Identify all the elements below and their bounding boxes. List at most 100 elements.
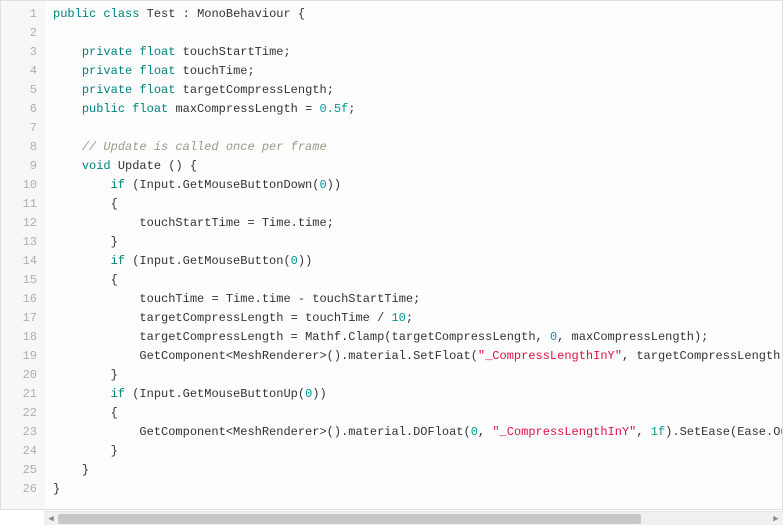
token-id: targetCompressLength — [636, 349, 780, 363]
line-number: 11 — [1, 195, 37, 214]
token-punct: , — [622, 349, 629, 363]
token-id: SetEase — [680, 425, 730, 439]
token-punct: = — [211, 292, 218, 306]
token-id: touchStartTime — [312, 292, 413, 306]
line-number: 4 — [1, 62, 37, 81]
token-punct: )) — [327, 178, 341, 192]
line-number: 24 — [1, 442, 37, 461]
scroll-right-arrow-icon[interactable]: ▶ — [769, 512, 783, 526]
token-punct: ; — [413, 292, 420, 306]
token-punct: , — [536, 330, 543, 344]
token-punct: ; — [283, 45, 290, 59]
code-line[interactable]: void Update () { — [53, 157, 782, 176]
token-punct: : — [183, 7, 190, 21]
code-line[interactable] — [53, 119, 782, 138]
line-number: 10 — [1, 176, 37, 195]
scrollbar-track[interactable] — [58, 512, 769, 525]
code-line[interactable] — [53, 24, 782, 43]
token-num: 0 — [291, 254, 298, 268]
token-punct: )) — [312, 387, 326, 401]
token-id: time — [298, 216, 327, 230]
token-kw: public — [82, 102, 125, 116]
token-punct: < — [226, 349, 233, 363]
code-line[interactable]: private float touchStartTime; — [53, 43, 782, 62]
token-id: OutElastic — [773, 425, 782, 439]
token-id: touchTime — [139, 292, 204, 306]
token-id: targetCompressLength — [139, 330, 283, 344]
token-num: 0 — [471, 425, 478, 439]
token-id: Clamp — [348, 330, 384, 344]
token-kw: class — [103, 7, 139, 21]
scroll-left-arrow-icon[interactable]: ◀ — [44, 512, 58, 526]
token-punct: } — [82, 463, 89, 477]
code-line[interactable]: } — [53, 366, 782, 385]
token-punct: >(). — [319, 425, 348, 439]
code-line[interactable]: GetComponent<MeshRenderer>().material.DO… — [53, 423, 782, 442]
line-number: 3 — [1, 43, 37, 62]
token-num: 0.5f — [319, 102, 348, 116]
token-punct: ); — [780, 349, 782, 363]
token-punct: / — [377, 311, 384, 325]
token-id: Time — [226, 292, 255, 306]
line-number: 8 — [1, 138, 37, 157]
line-number: 26 — [1, 480, 37, 499]
line-number: 18 — [1, 328, 37, 347]
token-punct: . — [175, 178, 182, 192]
token-kw: if — [111, 254, 125, 268]
line-number: 20 — [1, 366, 37, 385]
code-area[interactable]: public class Test : MonoBehaviour { priv… — [45, 1, 782, 509]
token-punct: . — [406, 349, 413, 363]
token-punct: = — [291, 311, 298, 325]
code-line[interactable]: // Update is called once per frame — [53, 138, 782, 157]
token-punct: ( — [384, 330, 391, 344]
code-line[interactable]: { — [53, 404, 782, 423]
line-number: 17 — [1, 309, 37, 328]
token-id: touchTime — [183, 64, 248, 78]
code-line[interactable]: public class Test : MonoBehaviour { — [53, 5, 782, 24]
code-line[interactable]: targetCompressLength = touchTime / 10; — [53, 309, 782, 328]
token-punct: { — [111, 406, 118, 420]
code-line[interactable]: touchStartTime = Time.time; — [53, 214, 782, 233]
token-id: Input — [139, 178, 175, 192]
code-line[interactable]: public float maxCompressLength = 0.5f; — [53, 100, 782, 119]
code-line[interactable]: private float targetCompressLength; — [53, 81, 782, 100]
token-id: targetCompressLength — [183, 83, 327, 97]
token-kw: void — [82, 159, 111, 173]
code-line[interactable]: } — [53, 480, 782, 499]
scrollbar-thumb[interactable] — [58, 514, 641, 524]
code-line[interactable]: if (Input.GetMouseButton(0)) — [53, 252, 782, 271]
code-line[interactable]: touchTime = Time.time - touchStartTime; — [53, 290, 782, 309]
token-punct: . — [255, 292, 262, 306]
token-punct: ); — [694, 330, 708, 344]
token-id: Input — [139, 387, 175, 401]
token-num: 10 — [391, 311, 405, 325]
token-id: touchStartTime — [139, 216, 240, 230]
token-punct: )) — [298, 254, 312, 268]
code-line[interactable]: private float touchTime; — [53, 62, 782, 81]
code-line[interactable]: { — [53, 195, 782, 214]
token-punct: ( — [464, 425, 471, 439]
token-id: SetFloat — [413, 349, 471, 363]
token-punct: } — [111, 235, 118, 249]
token-kw: public — [53, 7, 96, 21]
horizontal-scrollbar[interactable]: ◀ ▶ — [44, 511, 783, 525]
code-line[interactable]: } — [53, 233, 782, 252]
code-line[interactable]: } — [53, 461, 782, 480]
code-line[interactable]: if (Input.GetMouseButtonDown(0)) — [53, 176, 782, 195]
token-punct: >(). — [319, 349, 348, 363]
token-punct: - — [298, 292, 305, 306]
token-id: targetCompressLength — [392, 330, 536, 344]
code-line[interactable]: if (Input.GetMouseButtonUp(0)) — [53, 385, 782, 404]
code-line[interactable]: GetComponent<MeshRenderer>().material.Se… — [53, 347, 782, 366]
token-id: GetComponent — [139, 349, 225, 363]
line-number: 19 — [1, 347, 37, 366]
code-line[interactable]: } — [53, 442, 782, 461]
line-number: 12 — [1, 214, 37, 233]
token-id: material — [348, 349, 406, 363]
line-number: 15 — [1, 271, 37, 290]
token-kw: if — [111, 178, 125, 192]
code-line[interactable]: targetCompressLength = Mathf.Clamp(targe… — [53, 328, 782, 347]
code-line[interactable]: { — [53, 271, 782, 290]
token-punct: = — [247, 216, 254, 230]
token-kw: private — [82, 45, 132, 59]
